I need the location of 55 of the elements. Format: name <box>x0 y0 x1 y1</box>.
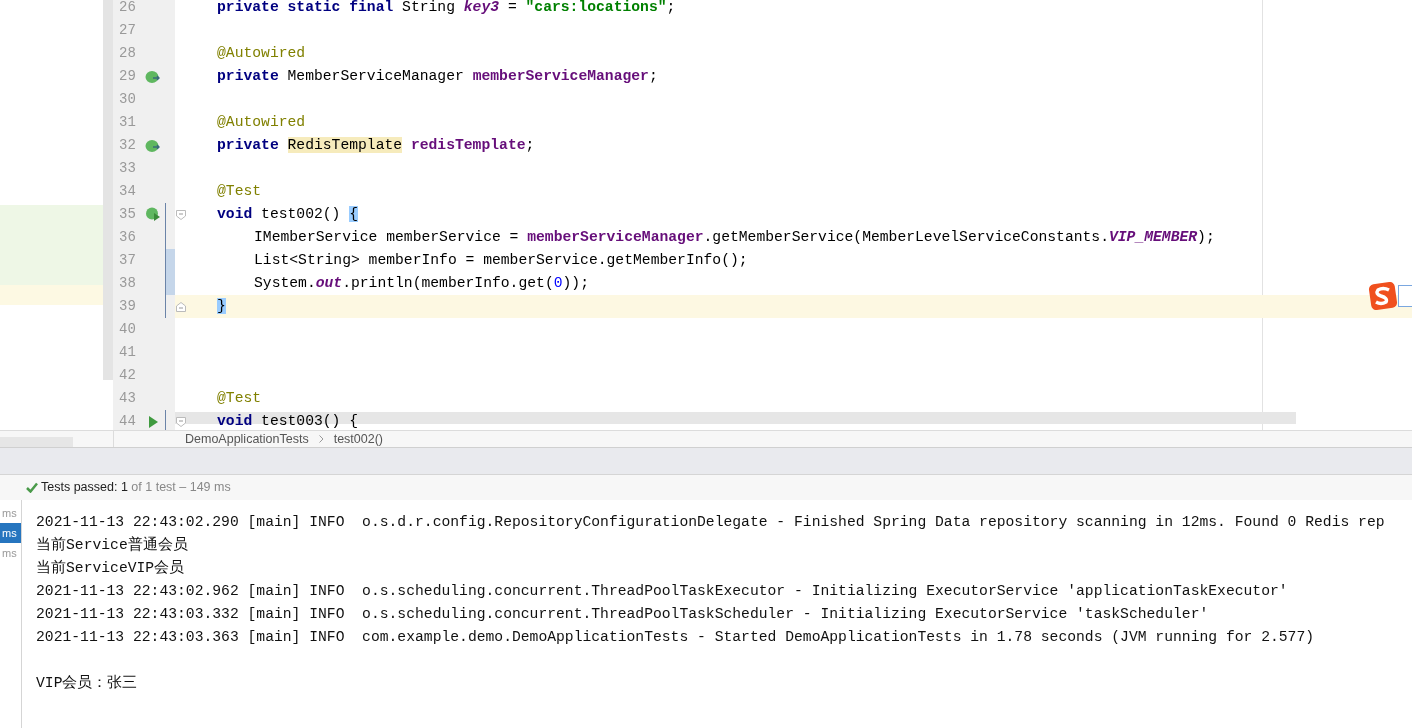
line-number: 39 <box>118 297 137 316</box>
code-line: List<String> memberInfo = memberService.getMemberInfo(); <box>253 251 748 271</box>
line-number: 26 <box>118 0 137 17</box>
console-line: 当前ServiceVIP会员 <box>36 558 186 578</box>
breadcrumb[interactable]: test002() <box>333 429 383 449</box>
console-line: 2021-11-13 22:43:03.363 [main] INFO com.example.demo.DemoApplicationTests - Started DemoApplicationTests in 1.78 seconds (JVM running for 2.577) <box>36 628 1316 647</box>
breadcrumb[interactable]: DemoApplicationTests <box>185 429 309 449</box>
line-number: 41 <box>118 343 137 362</box>
line-number: 37 <box>118 251 137 270</box>
run-icon[interactable] <box>148 415 158 428</box>
line-number: 36 <box>118 228 137 247</box>
console-line: VIP会员：张三 <box>36 673 139 693</box>
line-number: 32 <box>118 136 137 155</box>
line-number: 31 <box>118 113 137 132</box>
chevron-icon <box>318 435 324 443</box>
fold-icon[interactable] <box>176 416 186 427</box>
code-line: private static final String key3 = "cars:locations"; <box>216 0 676 18</box>
console-line: 2021-11-13 22:43:02.962 [main] INFO o.s.scheduling.concurrent.ThreadPoolTaskExecutor - Initializing ExecutorService 'applicationTaskExecutor' <box>36 582 1289 601</box>
line-number: 44 <box>118 412 137 430</box>
bean-icon[interactable] <box>145 138 161 153</box>
bean-icon[interactable] <box>145 69 161 84</box>
line-number: 33 <box>118 159 137 178</box>
console-line: 当前Service普通会员 <box>36 535 189 555</box>
check-icon <box>26 482 38 493</box>
code-line: System.out.println(memberInfo.get(0)); <box>253 274 589 294</box>
code-line: private RedisTemplate redisTemplate; <box>216 136 535 156</box>
line-number: 30 <box>118 90 137 109</box>
ime-icon[interactable] <box>1368 282 1412 310</box>
line-number: 42 <box>118 366 137 385</box>
line-number: 40 <box>118 320 137 339</box>
code-line: @Test <box>216 389 262 409</box>
line-number: 27 <box>118 21 137 40</box>
code-line: @Autowired <box>216 113 306 133</box>
code-line: IMemberService memberService = memberServiceManager.getMemberService(MemberLevelServiceConstants.VIP_MEMBER); <box>253 228 1215 248</box>
line-number: 29 <box>118 67 137 86</box>
run-item[interactable]: ms <box>0 503 21 523</box>
console-line: 2021-11-13 22:43:03.332 [main] INFO o.s.scheduling.concurrent.ThreadPoolTaskScheduler - Initializing ExecutorService 'taskScheduler' <box>36 605 1210 624</box>
line-number: 28 <box>118 44 137 63</box>
code-line: void test003() { <box>216 412 359 430</box>
console-line: 2021-11-13 22:43:02.290 [main] INFO o.s.d.r.config.RepositoryConfigurationDelegate - Finished Spring Data repository scanning in 12ms. Found 0 Redis rep <box>36 513 1386 532</box>
run-item[interactable]: ms <box>0 543 21 563</box>
line-number: 38 <box>118 274 137 293</box>
run-icon[interactable] <box>145 207 161 222</box>
tests-status: Tests passed: 1 of 1 test – 149 ms <box>41 479 231 497</box>
code-line: @Test <box>216 182 262 202</box>
code-line: private MemberServiceManager memberServiceManager; <box>216 67 658 87</box>
scrollbar[interactable] <box>103 0 113 380</box>
line-number: 43 <box>118 389 137 408</box>
line-number: 34 <box>118 182 137 201</box>
fold-icon[interactable] <box>176 301 186 312</box>
line-number: 35 <box>118 205 137 224</box>
run-item[interactable]: ms <box>0 523 21 543</box>
code-line: @Autowired <box>216 44 306 64</box>
fold-icon[interactable] <box>176 209 186 220</box>
code-line: void test002() { <box>216 205 359 225</box>
